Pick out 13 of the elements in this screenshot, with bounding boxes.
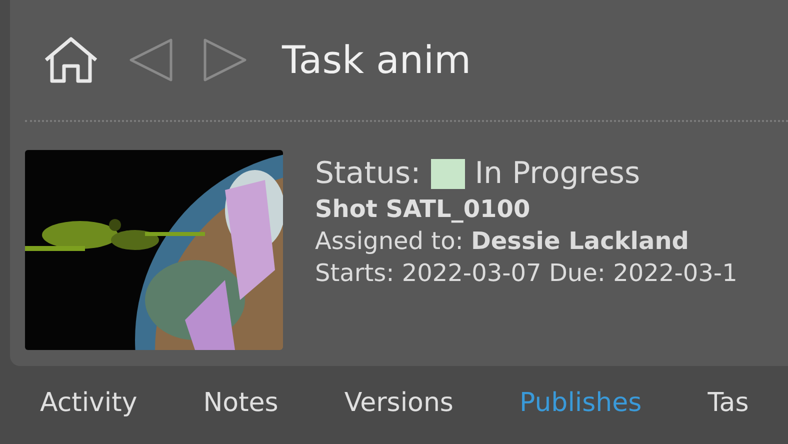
entity-link[interactable]: Shot SATL_0100 [315,195,738,223]
back-icon[interactable] [128,37,174,83]
dates-text: Starts: 2022-03-07 Due: 2022-03-1 [315,259,738,287]
status-value: In Progress [474,156,640,191]
task-title: Task anim [282,38,472,82]
home-icon[interactable] [42,36,100,84]
assigned-text: Assigned to: Dessie Lackland [315,227,690,255]
forward-icon[interactable] [202,37,248,83]
status-label: Status: [315,156,421,191]
tab[interactable]: Activity [40,388,138,418]
tab[interactable]: Tas [708,388,749,418]
tab[interactable]: Notes [203,388,278,418]
tab[interactable]: Versions [344,388,454,418]
